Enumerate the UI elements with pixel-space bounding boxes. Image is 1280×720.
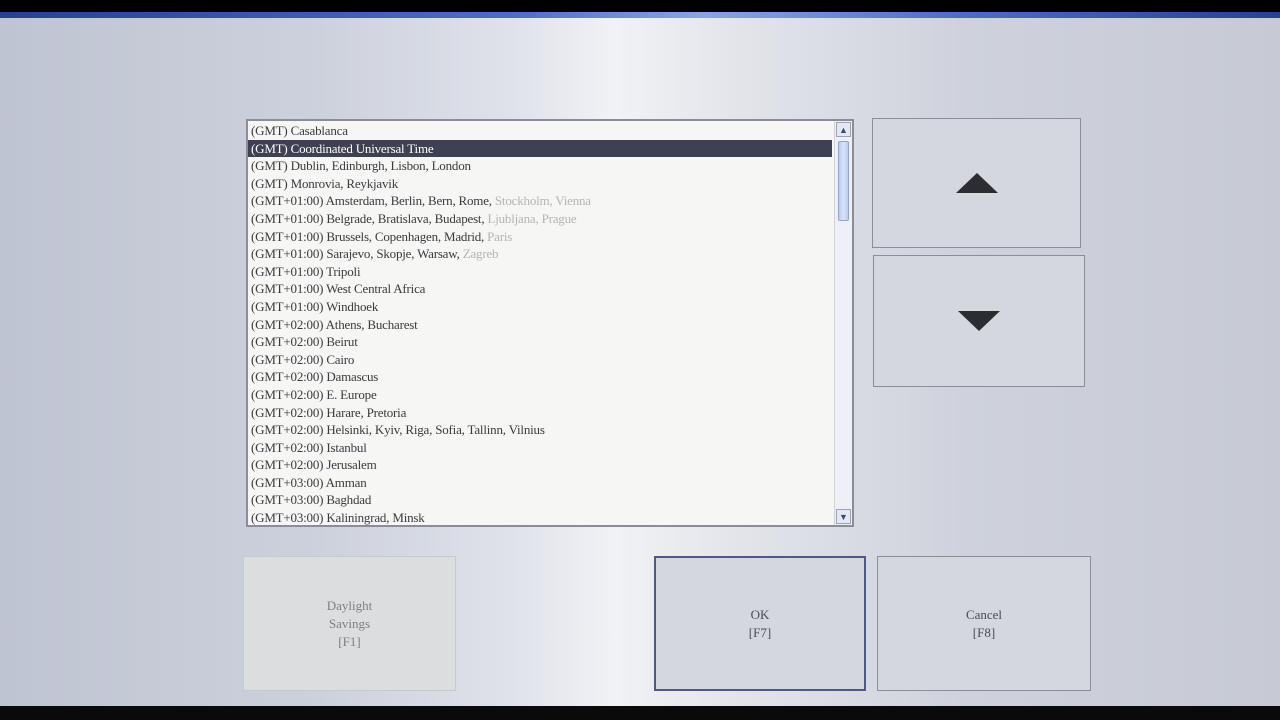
timezone-item-label: (GMT+03:00) Amman (251, 474, 367, 490)
list-scrollbar[interactable]: ▲ ▼ (834, 121, 852, 525)
timezone-item[interactable]: (GMT+02:00) Helsinki, Kyiv, Riga, Sofia,… (248, 421, 832, 439)
timezone-item[interactable]: (GMT+01:00) Amsterdam, Berlin, Bern, Rom… (248, 192, 832, 210)
timezone-item-label: (GMT+02:00) Istanbul (251, 439, 367, 455)
timezone-listbox[interactable]: (GMT) Casablanca (GMT) Coordinated Univer… (246, 119, 854, 527)
ok-button[interactable]: OK [F7] (654, 556, 866, 691)
timezone-item-label: (GMT) Dublin, Edinburgh, Lisbon, London (251, 158, 471, 174)
timezone-item[interactable]: (GMT+02:00) Istanbul (248, 439, 832, 457)
timezone-list: (GMT) Casablanca (GMT) Coordinated Univer… (248, 122, 832, 526)
bottom-bezel (0, 706, 1280, 720)
timezone-item[interactable]: (GMT+02:00) Beirut (248, 333, 832, 351)
timezone-item[interactable]: (GMT+03:00) Baghdad (248, 491, 832, 509)
timezone-item[interactable]: (GMT) Monrovia, Reykjavik (248, 175, 832, 193)
timezone-item-label: (GMT+02:00) E. Europe (251, 386, 377, 402)
timezone-item[interactable]: (GMT+01:00) Sarajevo, Skopje, Warsaw, Za… (248, 245, 832, 263)
timezone-item[interactable]: (GMT+01:00) Brussels, Copenhagen, Madrid… (248, 228, 832, 246)
timezone-item[interactable]: (GMT+02:00) Damascus (248, 368, 832, 386)
timezone-item[interactable]: (GMT+02:00) Cairo (248, 351, 832, 369)
timezone-item[interactable]: (GMT) Coordinated Universal Time (248, 139, 832, 158)
timezone-item-label: (GMT+01:00) Belgrade, Bratislava, Budape… (251, 210, 488, 226)
scroll-up-icon[interactable]: ▲ (836, 122, 851, 137)
timezone-item[interactable]: (GMT+02:00) Jerusalem (248, 456, 832, 474)
page-down-button[interactable] (873, 255, 1085, 387)
timezone-item-label-faint: Ljubljana, Prague (487, 210, 577, 226)
arrow-up-icon (955, 173, 998, 193)
timezone-item-label-faint: Paris (487, 228, 513, 244)
timezone-item-label: (GMT+01:00) West Central Africa (251, 281, 426, 297)
timezone-item-label-faint: Stockholm, Vienna (494, 193, 591, 209)
timezone-item[interactable]: (GMT+03:00) Kaliningrad, Minsk (248, 509, 832, 526)
scroll-down-icon[interactable]: ▼ (836, 509, 851, 524)
arrow-down-icon (958, 311, 1000, 331)
timezone-item[interactable]: (GMT+03:00) Amman (248, 474, 832, 492)
timezone-item-label: (GMT+03:00) Baghdad (251, 492, 372, 508)
timezone-item-label: (GMT) Monrovia, Reykjavik (251, 175, 399, 191)
ok-label: OK (750, 606, 770, 622)
timezone-item[interactable]: (GMT) Dublin, Edinburgh, Lisbon, London (248, 157, 832, 175)
timezone-item-label: (GMT+03:00) Kaliningrad, Minsk (251, 510, 425, 526)
cancel-key-hint: [F8] (972, 624, 996, 640)
timezone-item-label: (GMT) Casablanca (251, 123, 348, 138)
timezone-item-label: (GMT+02:00) Damascus (251, 369, 379, 385)
cancel-label: Cancel (965, 606, 1003, 622)
timezone-item-label: (GMT+02:00) Athens, Bucharest (251, 316, 418, 332)
timezone-item-label: (GMT+01:00) Windhoek (251, 298, 379, 314)
timezone-item[interactable]: (GMT+01:00) Windhoek (248, 298, 832, 316)
ok-key-hint: [F7] (748, 624, 772, 640)
timezone-item-label: (GMT+01:00) Amsterdam, Berlin, Bern, Rom… (251, 193, 495, 209)
page-up-button[interactable] (872, 118, 1081, 248)
timezone-item-label: (GMT) Coordinated Universal Time (251, 140, 434, 156)
timezone-item[interactable]: (GMT+02:00) Athens, Bucharest (248, 316, 832, 334)
top-bar (0, 12, 1280, 18)
daylight-label-line1: Daylight (326, 597, 373, 613)
timezone-item[interactable]: (GMT+01:00) Tripoli (248, 263, 832, 281)
timezone-item-label: (GMT+01:00) Brussels, Copenhagen, Madrid… (251, 228, 488, 244)
daylight-key-hint: [F1] (338, 633, 361, 649)
timezone-item[interactable]: (GMT) Casablanca (248, 122, 832, 140)
scroll-thumb[interactable] (838, 141, 849, 221)
timezone-item-label: (GMT+01:00) Sarajevo, Skopje, Warsaw, (251, 246, 463, 262)
timezone-item-label: (GMT+02:00) Helsinki, Kyiv, Riga, Sofia,… (251, 422, 545, 438)
timezone-item-label: (GMT+02:00) Cairo (251, 351, 355, 367)
timezone-item[interactable]: (GMT+01:00) Belgrade, Bratislava, Budape… (248, 210, 832, 228)
timezone-item-label: (GMT+02:00) Jerusalem (251, 457, 377, 473)
timezone-item-label: (GMT+02:00) Harare, Pretoria (251, 404, 407, 420)
daylight-savings-button[interactable]: Daylight Savings [F1] (243, 556, 456, 691)
timezone-item-label: (GMT+01:00) Tripoli (251, 263, 361, 279)
timezone-item-label-faint: Zagreb (462, 246, 499, 262)
daylight-label-line2: Savings (328, 615, 371, 631)
timezone-item[interactable]: (GMT+02:00) Harare, Pretoria (248, 404, 832, 422)
timezone-item[interactable]: (GMT+01:00) West Central Africa (248, 280, 832, 298)
timezone-item[interactable]: (GMT+02:00) E. Europe (248, 386, 832, 404)
cancel-button[interactable]: Cancel [F8] (877, 556, 1091, 691)
timezone-item-label: (GMT+02:00) Beirut (251, 334, 358, 350)
